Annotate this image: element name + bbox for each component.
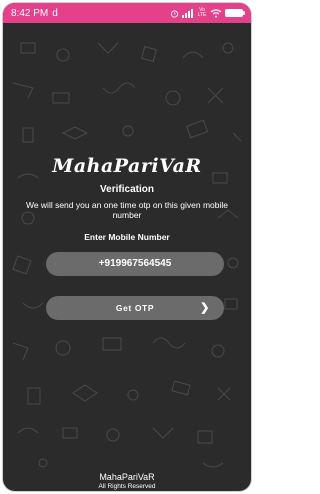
alarm-icon [170, 9, 179, 18]
app-logo: MahaPariVaR [52, 155, 202, 177]
mobile-number-field[interactable]: +919967564545 [46, 252, 224, 276]
notification-icon: d [52, 7, 58, 19]
phone-screen: 8:42 PM d Vo LTE MahaPariVaR Verificatio… [3, 3, 251, 491]
verification-description: We will send you an one time otp on this… [25, 200, 229, 220]
page-title: Verification [100, 184, 154, 195]
doodle-background [12, 42, 242, 468]
volte-icon: Vo LTE [197, 7, 207, 18]
wifi-icon [210, 8, 222, 17]
footer-copyright: All Rights Reserved [98, 483, 156, 490]
mobile-number-label: Enter Mobile Number [84, 232, 170, 242]
status-time: 8:42 PM [11, 7, 49, 19]
signal-icon [182, 8, 193, 18]
get-otp-label: Get OTP [115, 303, 155, 313]
get-otp-button[interactable]: Get OTP ❯ [46, 296, 224, 320]
status-bar: 8:42 PM d Vo LTE [3, 3, 251, 23]
footer-app-name: MahaPariVaR [99, 472, 155, 482]
chevron-right-icon: ❯ [200, 302, 210, 314]
battery-icon [225, 9, 245, 17]
